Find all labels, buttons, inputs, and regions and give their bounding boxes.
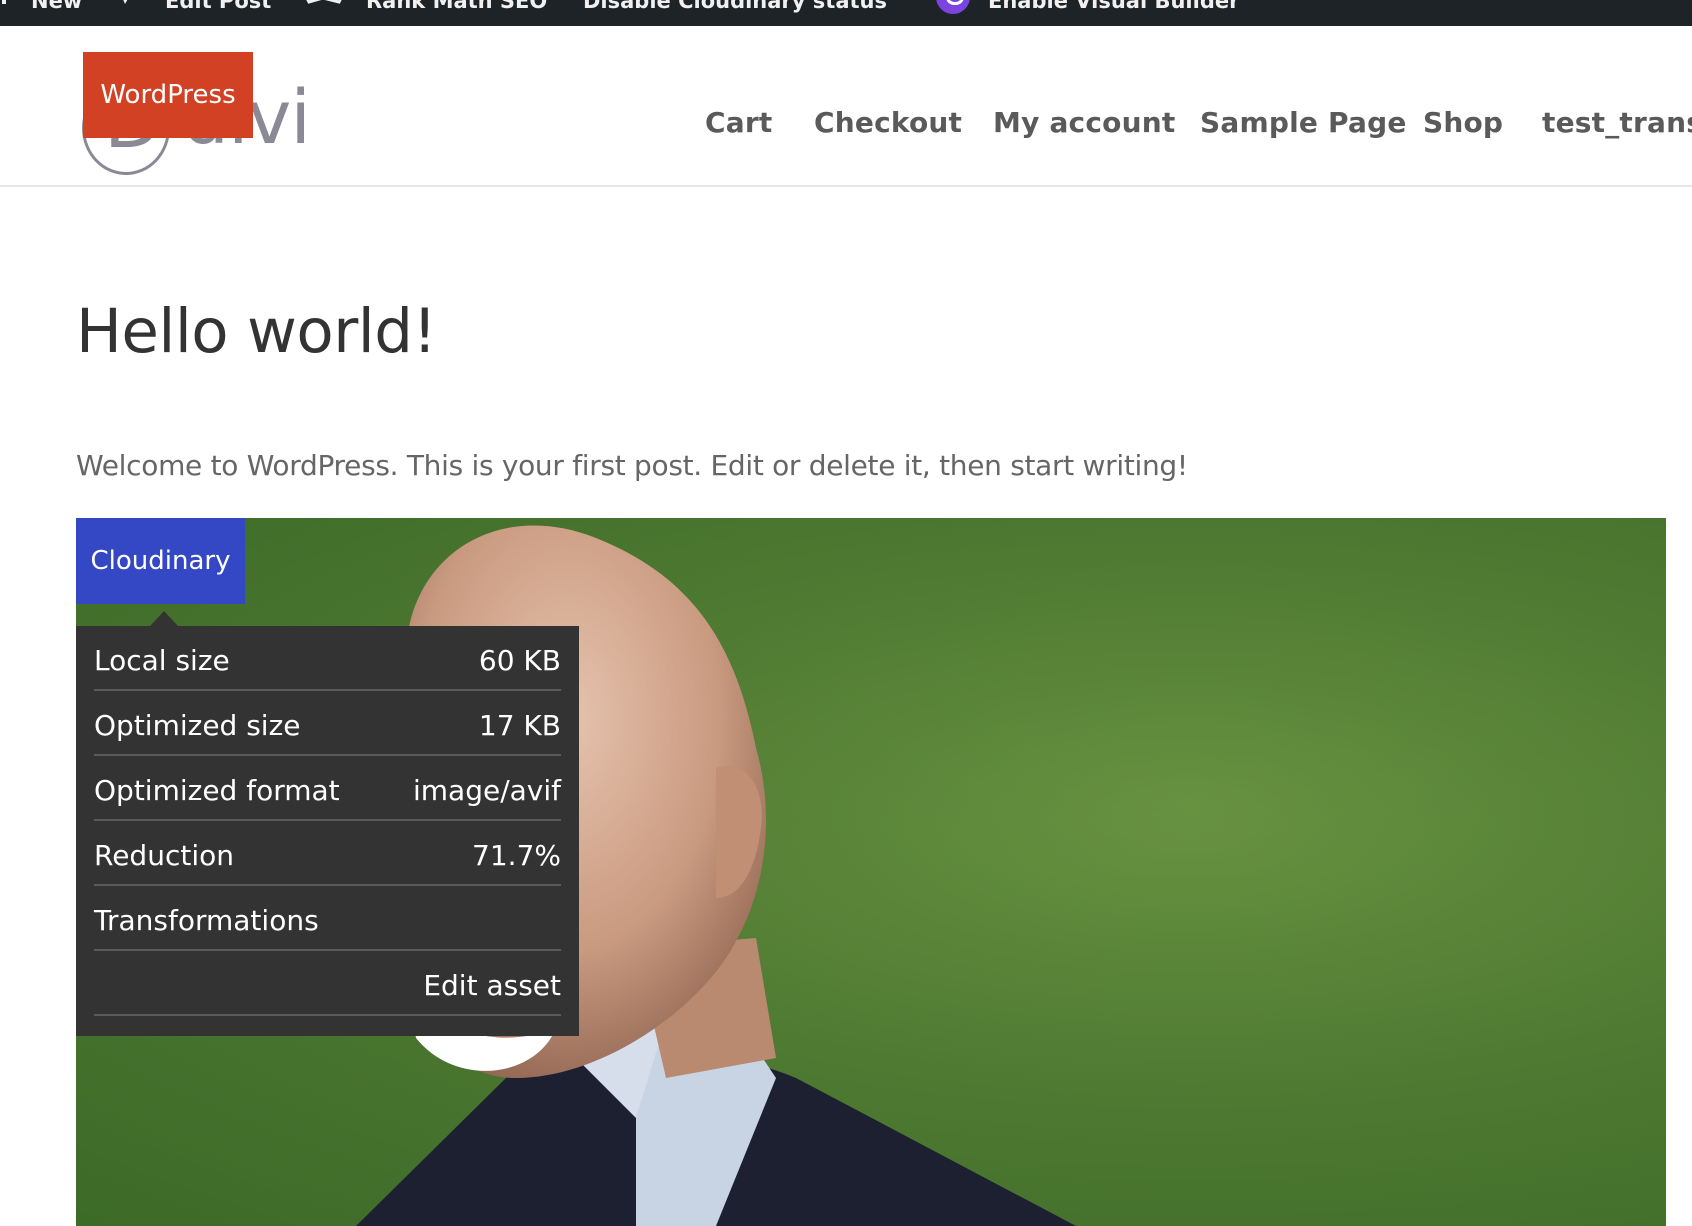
cld-label: Transformations	[94, 904, 319, 937]
nav-my-account[interactable]: My account	[993, 106, 1175, 139]
nav-test-transf[interactable]: test_transf	[1542, 106, 1692, 139]
admin-bar-edit-post[interactable]: Edit Post	[165, 0, 271, 16]
cld-row-reduction: Reduction 71.7%	[94, 821, 561, 886]
cld-row-transformations: Transformations	[94, 886, 561, 951]
rank-math-icon	[303, 0, 345, 19]
nav-cart[interactable]: Cart	[705, 106, 772, 139]
cld-label: Optimized format	[94, 774, 340, 807]
cld-label: Reduction	[94, 839, 234, 872]
admin-bar-rank-math[interactable]: Rank Math SEO	[366, 0, 547, 16]
cld-value: 71.7%	[472, 839, 561, 872]
cld-row-local-size: Local size 60 KB	[94, 626, 561, 691]
admin-bar-disable-cloudinary[interactable]: Disable Cloudinary status	[583, 0, 887, 16]
plus-icon[interactable]	[0, 0, 14, 19]
cloudinary-tag[interactable]: Cloudinary	[76, 518, 245, 604]
cld-value: image/avif	[412, 774, 561, 807]
post-title: Hello world!	[76, 296, 437, 367]
cld-value: 17 KB	[478, 709, 561, 742]
edit-asset-link[interactable]: Edit asset	[423, 969, 561, 1002]
tooltip-arrow-icon	[150, 611, 178, 626]
cld-row-edit: Edit asset	[94, 951, 561, 1016]
post-text: Welcome to WordPress. This is your first…	[76, 449, 1188, 482]
cld-label: Optimized size	[94, 709, 301, 742]
admin-bar-new[interactable]: New	[31, 0, 82, 16]
nav-checkout[interactable]: Checkout	[814, 106, 962, 139]
site-header: D divi WordPress Cart Checkout My accoun…	[0, 26, 1692, 187]
divi-icon	[936, 0, 970, 14]
wp-admin-bar: New Edit Post Rank Math SEO Disable Clou…	[0, 0, 1692, 26]
nav-sample-page[interactable]: Sample Page	[1200, 106, 1407, 139]
nav-shop[interactable]: Shop	[1423, 106, 1503, 139]
pencil-icon	[115, 0, 139, 19]
admin-bar-visual-builder[interactable]: Enable Visual Builder	[988, 0, 1239, 16]
cloudinary-info-panel: Local size 60 KB Optimized size 17 KB Op…	[76, 626, 579, 1036]
cld-label: Local size	[94, 644, 230, 677]
cld-value: 60 KB	[478, 644, 561, 677]
wordpress-badge: WordPress	[83, 52, 253, 138]
cld-row-optimized-format: Optimized format image/avif	[94, 756, 561, 821]
cld-row-optimized-size: Optimized size 17 KB	[94, 691, 561, 756]
